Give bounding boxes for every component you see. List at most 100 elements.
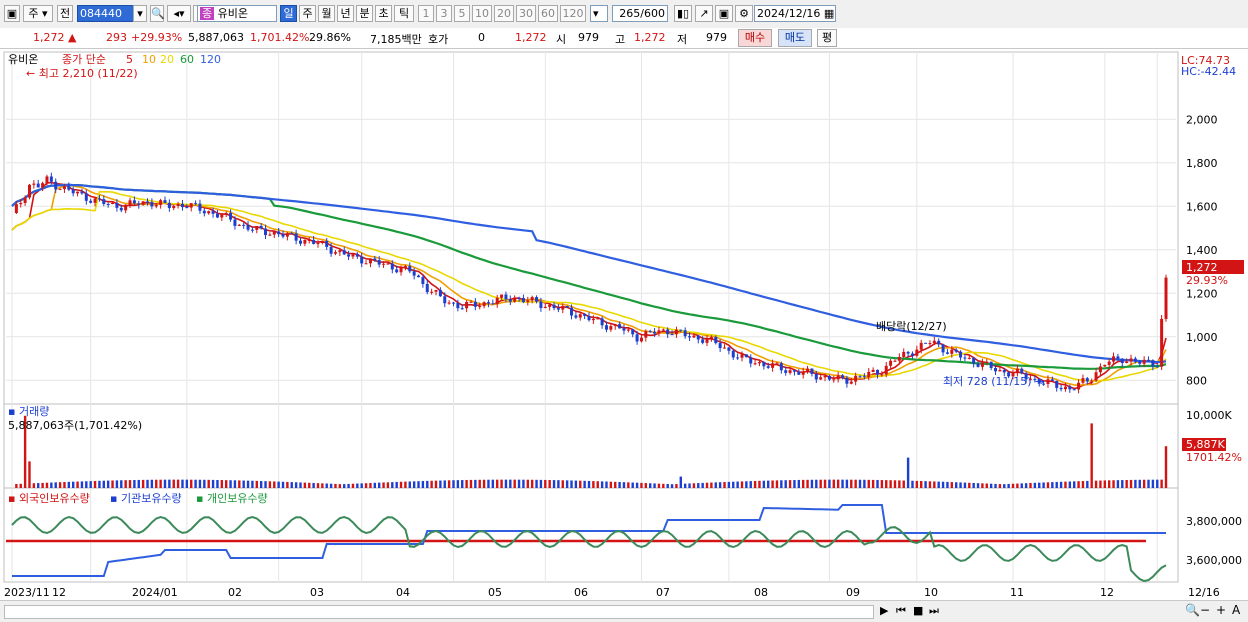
- zoom-icon[interactable]: 🔍: [1185, 603, 1200, 617]
- volume-bar: [461, 480, 464, 488]
- chart-area[interactable]: 800 1,000 1,200 1,400 1,600 1,800 2,000 2023/1…: [0, 50, 1248, 600]
- volume-bar: [452, 480, 455, 488]
- volume-bar: [447, 480, 451, 488]
- volume-bar: [972, 482, 975, 488]
- period-day-button[interactable]: 일: [280, 5, 297, 22]
- high-label: 고: [615, 33, 626, 46]
- chart-svg[interactable]: 800 1,000 1,200 1,400 1,600 1,800 2,000 2023/1…: [0, 50, 1248, 600]
- candle-body: [1160, 318, 1164, 367]
- volume-bar: [504, 479, 508, 488]
- candle-body: [71, 189, 75, 194]
- stock-code-input[interactable]: 084440: [77, 5, 137, 22]
- volume-bar: [351, 483, 355, 488]
- interval-1-button[interactable]: 1: [418, 5, 434, 22]
- sell-button[interactable]: 매도: [778, 29, 812, 47]
- zoom-in-icon[interactable]: +: [1216, 603, 1226, 617]
- candle-body: [202, 210, 206, 214]
- interval-120-button[interactable]: 120: [560, 5, 586, 22]
- date-tick-label: 02: [228, 586, 242, 599]
- prev-button[interactable]: 전: [57, 5, 73, 22]
- scroll-right-icon[interactable]: ▶: [880, 604, 888, 617]
- volume-bar: [915, 480, 919, 488]
- candle-body: [211, 211, 215, 214]
- volume-bar: [718, 482, 722, 488]
- settings-gear-icon[interactable]: ⚙: [735, 5, 753, 22]
- candle-body: [626, 329, 630, 331]
- interval-custom-select[interactable]: ▾: [590, 5, 608, 22]
- code-dropdown-icon[interactable]: ▾: [133, 5, 147, 22]
- dividend-annotation: 배당락(12/27): [876, 320, 947, 333]
- candle-body: [163, 200, 167, 203]
- candle-body: [771, 363, 775, 368]
- interval-3-button[interactable]: 3: [436, 5, 452, 22]
- drawing-tool-icon[interactable]: ↗: [695, 5, 713, 22]
- eval-button[interactable]: 평: [817, 29, 837, 47]
- candle-body: [679, 329, 683, 331]
- volume-bar: [810, 479, 814, 488]
- scroll-prev-icon[interactable]: ⏮: [896, 604, 906, 618]
- volume-bar: [474, 479, 477, 488]
- candle-body: [661, 329, 665, 331]
- scroll-stop-icon[interactable]: ■: [913, 604, 923, 617]
- candle-body: [224, 212, 228, 215]
- candle-body: [473, 301, 477, 307]
- candle-body: [329, 246, 333, 254]
- chart-scrollbar[interactable]: ▶ ⏮ ■ ⏭ 🔍 − + A: [0, 600, 1248, 622]
- candle-body: [281, 234, 285, 237]
- trade-amount: 7,185백만: [370, 33, 422, 46]
- scroll-next-icon[interactable]: ⏭: [929, 604, 939, 618]
- market-type-value: 주: [28, 7, 39, 20]
- candle-body: [36, 183, 40, 188]
- font-size-icon[interactable]: A: [1232, 603, 1240, 617]
- stock-name-field[interactable]: 종 유비온: [197, 5, 277, 22]
- volume-bar: [780, 480, 783, 488]
- candle-body: [963, 357, 967, 359]
- interval-20-button[interactable]: 20: [494, 5, 514, 22]
- speaker-icon[interactable]: ◂▾: [167, 5, 191, 22]
- calendar-icon[interactable]: ▦: [824, 7, 834, 20]
- candle-body: [622, 328, 626, 331]
- interval-60-button[interactable]: 60: [538, 5, 558, 22]
- volume-bar: [1055, 481, 1058, 488]
- volume-bar: [898, 480, 901, 488]
- candle-body: [233, 219, 237, 226]
- period-second-button[interactable]: 초: [375, 5, 392, 22]
- interval-30-button[interactable]: 30: [516, 5, 536, 22]
- window-menu-icon[interactable]: ▣: [4, 5, 20, 22]
- date-field[interactable]: 2024/12/16 ▦: [754, 5, 836, 22]
- candle-style-icon[interactable]: ▮▯: [674, 5, 692, 22]
- interval-5-button[interactable]: 5: [454, 5, 470, 22]
- price-tick-label: 800: [1186, 374, 1207, 387]
- market-type-select[interactable]: 주 ▾: [23, 5, 53, 22]
- buy-button[interactable]: 매수: [738, 29, 772, 47]
- volume-bar: [1007, 483, 1010, 488]
- scroll-track[interactable]: [4, 605, 874, 619]
- volume-bar: [198, 479, 202, 488]
- period-year-button[interactable]: 년: [337, 5, 354, 22]
- candle-body: [757, 362, 761, 364]
- volume-bar: [50, 482, 53, 488]
- candle-body: [613, 324, 617, 327]
- volume-bar: [579, 480, 582, 488]
- search-icon[interactable]: 🔍: [150, 5, 165, 22]
- period-month-button[interactable]: 월: [318, 5, 335, 22]
- high-price: 1,272: [634, 31, 666, 44]
- save-icon[interactable]: ▣: [715, 5, 733, 22]
- candle-body: [307, 239, 311, 241]
- volume-bar: [920, 481, 923, 488]
- volume-bar: [259, 481, 263, 488]
- volume-bar: [312, 482, 315, 488]
- zoom-out-icon[interactable]: −: [1200, 603, 1210, 617]
- period-tick-button[interactable]: 틱: [394, 5, 414, 22]
- volume-bar: [163, 479, 167, 488]
- interval-10-button[interactable]: 10: [472, 5, 492, 22]
- period-minute-button[interactable]: 분: [356, 5, 373, 22]
- data-count-field[interactable]: 265/600: [612, 5, 668, 22]
- candle-body: [587, 315, 591, 321]
- volume-bar: [705, 482, 709, 488]
- volume-bar: [1003, 484, 1006, 488]
- price-tick-label: 2,000: [1186, 113, 1218, 126]
- volume-bar: [439, 480, 442, 488]
- period-week-button[interactable]: 주: [299, 5, 316, 22]
- candle-body: [1077, 382, 1081, 390]
